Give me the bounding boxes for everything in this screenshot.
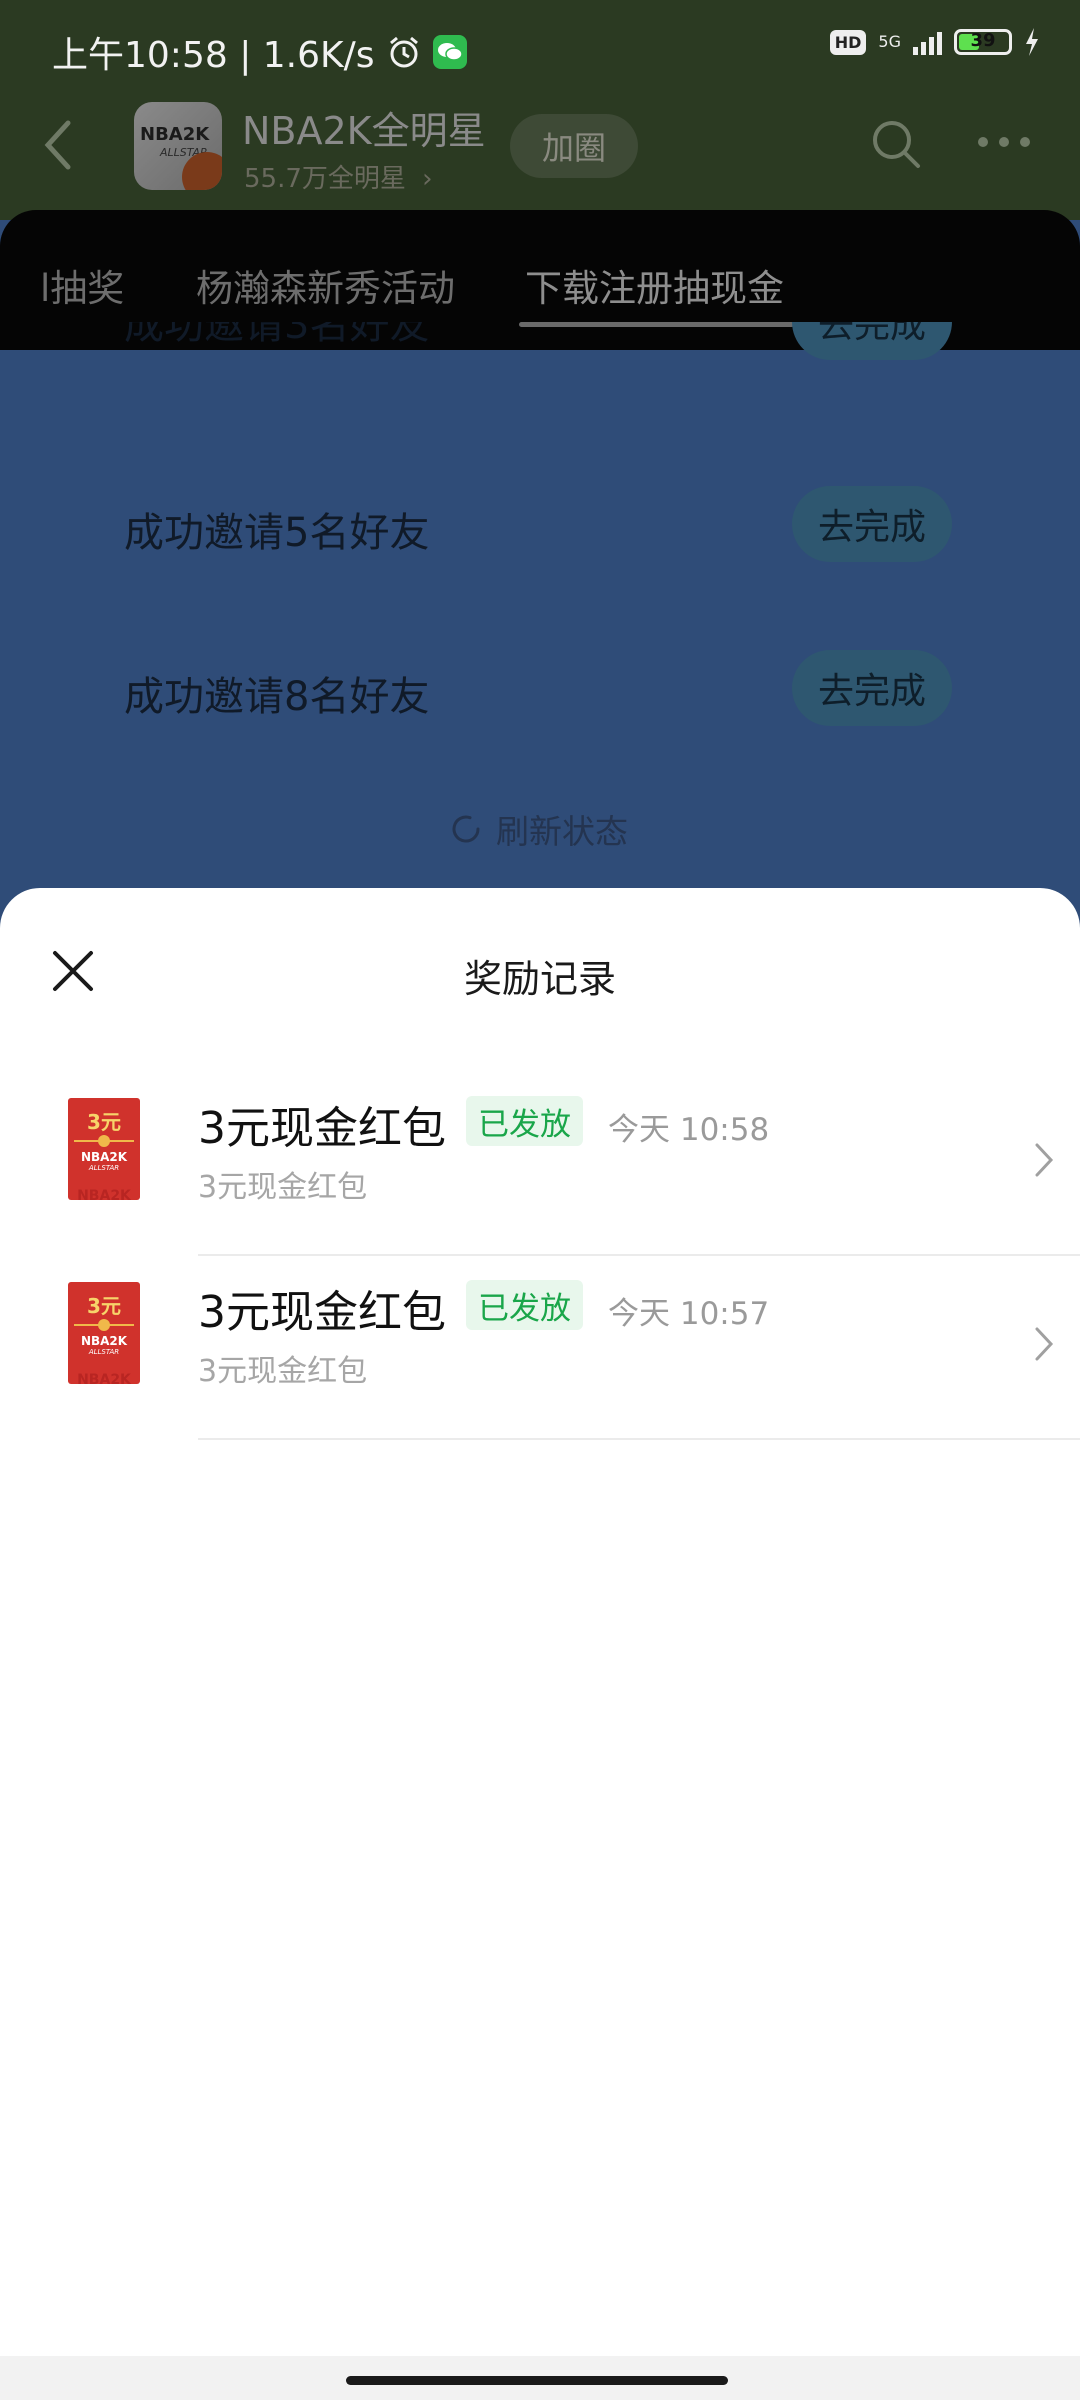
envelope-watermark: NBA2K [77, 1188, 131, 1200]
logo-text: NBA2K [140, 124, 210, 145]
record-time: 今天 10:57 [608, 1296, 770, 1332]
alarm-icon [389, 36, 418, 68]
envelope-seal [98, 1135, 110, 1147]
record-title: 3元现金红包 [198, 1103, 446, 1154]
app-title[interactable]: NBA2K全明星 [242, 100, 486, 155]
more-options-icon[interactable] [975, 130, 1033, 154]
status-badge: 已发放 [466, 1280, 583, 1330]
chevron-right-icon: › [422, 164, 433, 194]
chevron-right-icon [1035, 1143, 1054, 1177]
task-row: 成功邀请3名好友 去完成 [124, 322, 984, 398]
record-time: 今天 10:58 [608, 1112, 770, 1148]
network-label: 5G [878, 32, 901, 51]
status-left: 上午10:58 | 1.6K/s [52, 26, 467, 78]
task-complete-button[interactable]: 去完成 [792, 650, 952, 726]
envelope-amount: 3元 [87, 1110, 121, 1134]
tab-download-cash[interactable]: 下载注册抽现金 [525, 258, 784, 312]
task-row: 成功邀请5名好友 去完成 [124, 486, 984, 566]
chevron-right-icon [1035, 1327, 1054, 1361]
join-circle-button[interactable]: 加圈 [510, 114, 638, 178]
reward-records-sheet: 奖励记录 3元 NBA2K ALLSTAR NBA2K 3元现金红包 已发放 今… [0, 888, 1080, 2400]
tab-lottery[interactable]: l抽奖 [40, 258, 124, 312]
reward-record-item[interactable]: 3元 NBA2K ALLSTAR NBA2K 3元现金红包 已发放 今天 10:… [0, 1072, 1080, 1256]
status-bar: 上午10:58 | 1.6K/s HD 5G 39 [0, 0, 1080, 100]
refresh-label: 刷新状态 [496, 812, 628, 851]
reward-record-item[interactable]: 3元 NBA2K ALLSTAR NBA2K 3元现金红包 已发放 今天 10:… [0, 1256, 1080, 1440]
divider [198, 1438, 1080, 1440]
charging-icon [1026, 28, 1038, 56]
refresh-icon [452, 815, 480, 843]
status-right: HD 5G 39 [829, 28, 1040, 56]
refresh-status-button[interactable]: 刷新状态 [448, 805, 628, 853]
task-label: 成功邀请8名好友 [124, 674, 430, 720]
red-envelope-icon: 3元 NBA2K ALLSTAR NBA2K [68, 1282, 140, 1384]
record-description: 3元现金红包 [198, 1354, 368, 1389]
envelope-watermark: NBA2K [77, 1372, 131, 1384]
envelope-seal [98, 1319, 110, 1331]
task-label: 成功邀请5名好友 [124, 510, 430, 556]
signal-icon [913, 29, 942, 55]
status-time-speed: 上午10:58 | 1.6K/s [52, 35, 375, 76]
envelope-amount: 3元 [87, 1294, 121, 1318]
hd-badge: HD [829, 29, 867, 55]
task-complete-button[interactable]: 去完成 [792, 322, 952, 360]
search-icon[interactable] [870, 118, 922, 170]
home-indicator[interactable] [346, 2376, 728, 2385]
battery-level-text: 39 [970, 30, 996, 51]
record-description: 3元现金红包 [198, 1170, 368, 1205]
app-logo[interactable]: NBA2K ALLSTAR [134, 102, 222, 190]
envelope-logo-sub: ALLSTAR [88, 1164, 120, 1172]
envelope-logo-sub: ALLSTAR [88, 1348, 120, 1356]
envelope-logo: NBA2K [80, 1334, 128, 1348]
wechat-icon [432, 35, 467, 69]
member-count-link[interactable]: 55.7万全明星 › [244, 158, 433, 195]
record-title: 3元现金红包 [198, 1287, 446, 1338]
tab-rookie-event[interactable]: 杨瀚森新秀活动 [196, 258, 455, 312]
red-envelope-icon: 3元 NBA2K ALLSTAR NBA2K [68, 1098, 140, 1200]
task-complete-button[interactable]: 去完成 [792, 486, 952, 562]
member-count: 55.7万全明星 [244, 164, 406, 194]
back-arrow-icon[interactable] [38, 115, 78, 175]
task-label: 成功邀请3名好友 [124, 322, 430, 348]
battery-icon: 39 [954, 29, 1012, 55]
status-badge: 已发放 [466, 1096, 583, 1146]
task-row: 成功邀请8名好友 去完成 [124, 650, 984, 730]
envelope-logo: NBA2K [80, 1150, 128, 1164]
sheet-title: 奖励记录 [463, 957, 616, 1001]
